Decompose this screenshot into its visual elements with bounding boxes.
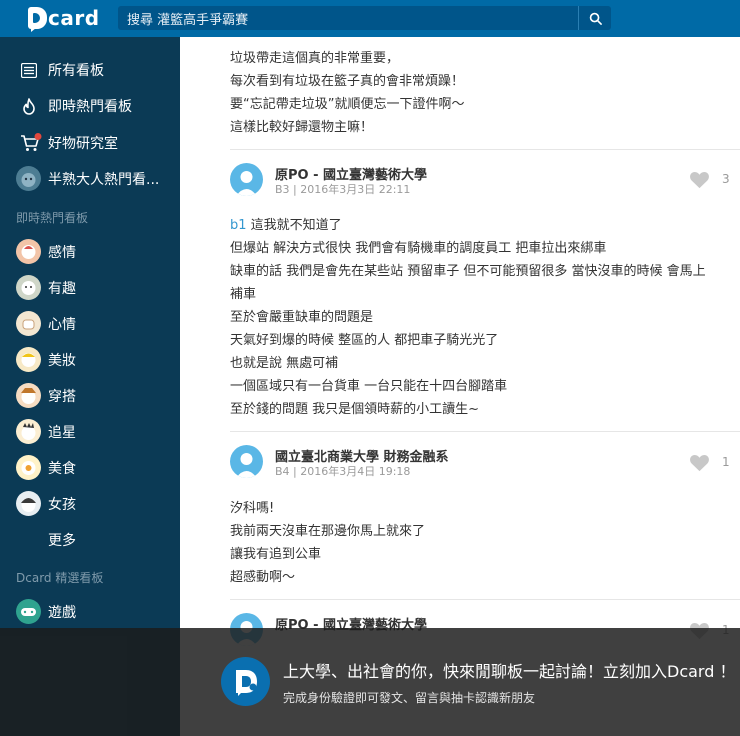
sidebar-item-label: 追星 [48,425,76,441]
avatar[interactable] [230,445,263,478]
comment-text: 要“忘記帶走垃圾”就順便忘一下證件啊～ [230,97,465,112]
comment-divider [230,149,740,150]
comment-text: 這樣比較好歸還物主嘛！ [230,120,374,135]
board-avatar [16,491,41,516]
comment-text: 每次看到有垃圾在籃子真的會非常煩躁！ [230,74,465,89]
board-avatar [16,239,41,264]
comment-divider [230,431,740,432]
sidebar-more-link[interactable]: 更多 [0,523,180,557]
sidebar-item-makeup[interactable]: 美妝 [0,343,180,377]
search-input[interactable]: 搜尋 灌籃高手爭霸賽 [118,6,578,30]
board-avatar [16,347,41,372]
search-placeholder: 搜尋 灌籃高手爭霸賽 [127,12,249,28]
sidebar-item-relationship[interactable]: 感情 [0,235,180,269]
sidebar-item-outfit[interactable]: 穿搭 [0,379,180,413]
like-count: 3 [722,172,730,186]
comment-text: 但爆站 解決方式很快 我們會有騎機車的調度員工 把車拉出來綁車 [230,241,607,256]
comment-text: 補車 [230,287,257,302]
board-avatar [16,311,41,336]
section-title-featured: Dcard 精選看板 [16,571,104,585]
comment-text: 一個區域只有一台貨車 一台只能在十四台腳踏車 [230,379,508,394]
gamepad-icon [16,599,41,624]
comment-text: 至於會嚴重缺車的問題是 [230,310,374,325]
sidebar-item-food[interactable]: 美食 [0,451,180,485]
section-title-hot: 即時熱門看板 [16,211,89,225]
comment-meta: B3 | 2016年3月3日 22:11 [275,183,411,196]
flame-icon [20,97,38,115]
comment-text: 缺車的話 我們是會先在某些站 預留車子 但不可能預留很多 當快沒車的時候 會馬上 [230,264,706,279]
sidebar-item-hot-boards[interactable]: 即時熱門看板 [0,89,180,123]
sidebar-item-funny[interactable]: 有趣 [0,271,180,305]
sidebar-item-label: 好物研究室 [48,136,118,152]
dcard-logo-mark [28,7,47,32]
top-navigation-bar: card 搜尋 灌籃高手爭霸賽 [0,0,740,37]
comment-divider [230,599,740,600]
search-icon [589,12,602,25]
sidebar-item-label: 有趣 [48,281,76,297]
floor-reference-link[interactable]: b1 [230,218,247,233]
sidebar-item-label: 穿搭 [48,389,76,405]
board-avatar [16,383,41,408]
signup-banner[interactable]: 上大學、出社會的你，快來閒聊板一起討論！立刻加入Dcard ！ 完成身份驗證即可… [0,628,740,736]
board-avatar [16,166,41,191]
comment-text: 天氣好到爆的時候 整區的人 都把車子騎光光了 [230,333,499,348]
sidebar-item-idol[interactable]: 追星 [0,415,180,449]
dcard-logo[interactable]: card [28,5,100,32]
sidebar-item-all-boards[interactable]: 所有看板 [0,53,180,87]
sidebar-item-label: 所有看板 [48,63,104,79]
sidebar-item-mood[interactable]: 心情 [0,307,180,341]
board-avatar [16,455,41,480]
comment-text: 至於錢的問題 我只是個領時薪的小工讀生~ [230,402,480,417]
list-icon [20,61,38,79]
comment-text: b1 這我就不知道了 [230,214,342,233]
logo-text: card [48,6,100,30]
sidebar-item-games[interactable]: 遊戲 [0,595,180,629]
board-avatar [16,275,41,300]
sidebar-item-label: 即時熱門看板 [48,99,132,115]
comment-text: 汐科嗎! [230,501,275,516]
more-label: 更多 [48,533,76,549]
comment-text: 我前兩天沒車在那邊你馬上就來了 [230,524,426,539]
sidebar-item-label: 美食 [48,461,76,477]
cart-icon [19,133,43,152]
sidebar-item-label: 感情 [48,245,76,261]
sidebar-item-label: 半熟大人熱門看... [48,172,160,188]
sidebar-item-label: 美妝 [48,353,76,369]
board-avatar [16,419,41,444]
sidebar-item-girls[interactable]: 女孩 [0,487,180,521]
comment-text: 超感動啊～ [230,570,296,585]
comment-text: 讓我有追到公車 [230,547,322,562]
comment-meta: B4 | 2016年3月4日 19:18 [275,465,411,478]
sidebar-item-label: 心情 [48,317,76,333]
heart-icon[interactable] [689,453,710,472]
banner-title: 上大學、出社會的你，快來閒聊板一起討論！立刻加入Dcard ！ [283,662,736,681]
sidebar-item-good-stuff[interactable]: 好物研究室 [0,126,180,160]
comment-text-rest: 這我就不知道了 [246,218,342,233]
search-button[interactable] [578,6,611,30]
dcard-app-icon [221,657,270,706]
comment-text: 垃圾帶走這個真的非常重要， [230,51,400,66]
comment-text: 也就是說 無處可補 [230,356,339,371]
banner-subtitle: 完成身份驗證即可發文、留言與抽卡認識新朋友 [283,691,536,705]
avatar[interactable] [230,163,263,196]
sidebar-item-semi-adult[interactable]: 半熟大人熱門看... [0,162,180,196]
like-count: 1 [722,455,730,469]
sidebar-item-label: 女孩 [48,497,76,513]
heart-icon[interactable] [689,170,710,189]
sidebar-item-label: 遊戲 [48,605,76,621]
